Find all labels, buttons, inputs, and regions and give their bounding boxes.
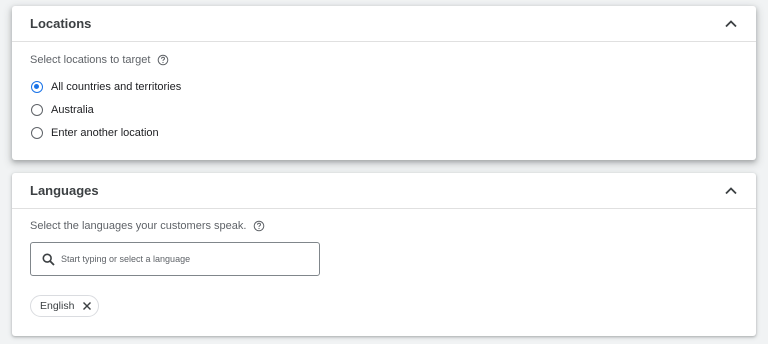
language-search-box[interactable] xyxy=(30,242,320,276)
location-option-all[interactable]: All countries and territories xyxy=(31,81,181,93)
language-chip-label: English xyxy=(40,300,75,312)
collapse-languages-button[interactable] xyxy=(720,180,742,202)
help-icon[interactable] xyxy=(157,54,169,66)
search-icon xyxy=(42,252,55,266)
languages-prompt-text: Select the languages your customers spea… xyxy=(30,220,247,232)
locations-prompt: Select locations to target xyxy=(30,54,169,66)
locations-title: Locations xyxy=(30,16,92,31)
language-search-input[interactable] xyxy=(61,254,301,264)
locations-header[interactable]: Locations xyxy=(12,6,756,42)
language-chip-english: English xyxy=(30,295,100,317)
location-option-other[interactable]: Enter another location xyxy=(31,127,159,139)
locations-prompt-text: Select locations to target xyxy=(30,54,151,66)
location-option-label: Australia xyxy=(51,104,94,116)
languages-title: Languages xyxy=(30,183,99,198)
locations-panel: Locations Select locations to target All… xyxy=(12,6,756,160)
languages-header[interactable]: Languages xyxy=(12,173,756,209)
languages-panel: Languages Select the languages your cust… xyxy=(12,173,756,336)
location-option-australia[interactable]: Australia xyxy=(31,104,94,116)
collapse-locations-button[interactable] xyxy=(720,13,742,35)
help-icon[interactable] xyxy=(253,220,265,232)
radio-another-location[interactable] xyxy=(31,127,43,139)
chevron-up-icon xyxy=(725,20,737,28)
chevron-up-icon xyxy=(725,187,737,195)
location-option-label: Enter another location xyxy=(51,127,159,139)
location-option-label: All countries and territories xyxy=(51,81,182,93)
languages-prompt: Select the languages your customers spea… xyxy=(30,220,265,232)
radio-australia[interactable] xyxy=(31,104,43,116)
close-icon[interactable] xyxy=(82,301,92,311)
radio-all-countries[interactable] xyxy=(31,81,43,93)
